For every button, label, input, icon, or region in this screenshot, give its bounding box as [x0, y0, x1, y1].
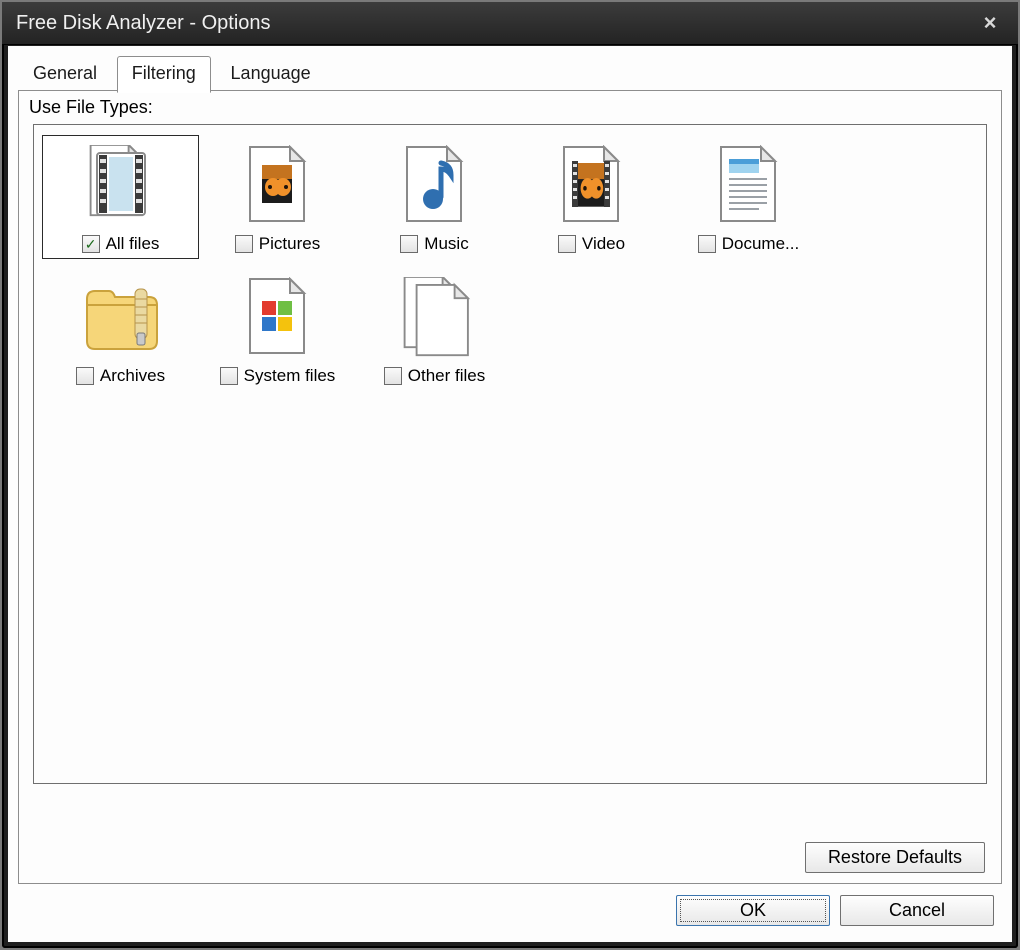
- dialog-button-row: OK Cancel: [676, 895, 994, 926]
- file-type-list: ✓ All files: [33, 124, 987, 784]
- documents-icon: [671, 138, 826, 232]
- checkbox-other-files[interactable]: [384, 367, 402, 385]
- other-files-icon: [357, 270, 512, 364]
- client-area: General Filtering Language Use File Type…: [8, 46, 1012, 942]
- tile-label: All files: [106, 234, 160, 254]
- tile-other-files[interactable]: Other files: [356, 267, 513, 391]
- checkbox-system-files[interactable]: [220, 367, 238, 385]
- video-icon: [514, 138, 669, 232]
- options-window: Free Disk Analyzer - Options × General F…: [2, 2, 1018, 948]
- tile-all-files[interactable]: ✓ All files: [42, 135, 199, 259]
- tile-label: Pictures: [259, 234, 320, 254]
- tab-language[interactable]: Language: [216, 56, 326, 93]
- archives-icon: [43, 270, 198, 364]
- tile-music[interactable]: Music: [356, 135, 513, 259]
- music-icon: [357, 138, 512, 232]
- close-icon[interactable]: ×: [976, 2, 1004, 44]
- checkbox-pictures[interactable]: [235, 235, 253, 253]
- checkbox-documents[interactable]: [698, 235, 716, 253]
- tab-page-filtering: Use File Types:: [18, 90, 1002, 884]
- tile-documents[interactable]: Docume...: [670, 135, 827, 259]
- tab-general[interactable]: General: [18, 56, 112, 93]
- tile-label: Music: [424, 234, 468, 254]
- tile-pictures[interactable]: Pictures: [199, 135, 356, 259]
- tile-label: Video: [582, 234, 625, 254]
- checkbox-all-files[interactable]: ✓: [82, 235, 100, 253]
- system-files-icon: [200, 270, 355, 364]
- tile-label: Docume...: [722, 234, 799, 254]
- ok-button[interactable]: OK: [676, 895, 830, 926]
- tile-label: System files: [244, 366, 336, 386]
- checkbox-archives[interactable]: [76, 367, 94, 385]
- window-title: Free Disk Analyzer - Options: [16, 2, 271, 44]
- tile-video[interactable]: Video: [513, 135, 670, 259]
- restore-defaults-button[interactable]: Restore Defaults: [805, 842, 985, 873]
- tab-filtering[interactable]: Filtering: [117, 56, 211, 93]
- checkbox-music[interactable]: [400, 235, 418, 253]
- cancel-button[interactable]: Cancel: [840, 895, 994, 926]
- checkbox-video[interactable]: [558, 235, 576, 253]
- tile-label: Other files: [408, 366, 485, 386]
- tab-strip: General Filtering Language: [18, 56, 1002, 90]
- title-bar: Free Disk Analyzer - Options ×: [2, 2, 1018, 45]
- tile-label: Archives: [100, 366, 165, 386]
- pictures-icon: [200, 138, 355, 232]
- all-files-icon: [43, 138, 198, 232]
- group-label: Use File Types:: [29, 97, 991, 118]
- tile-archives[interactable]: Archives: [42, 267, 199, 391]
- tile-system-files[interactable]: System files: [199, 267, 356, 391]
